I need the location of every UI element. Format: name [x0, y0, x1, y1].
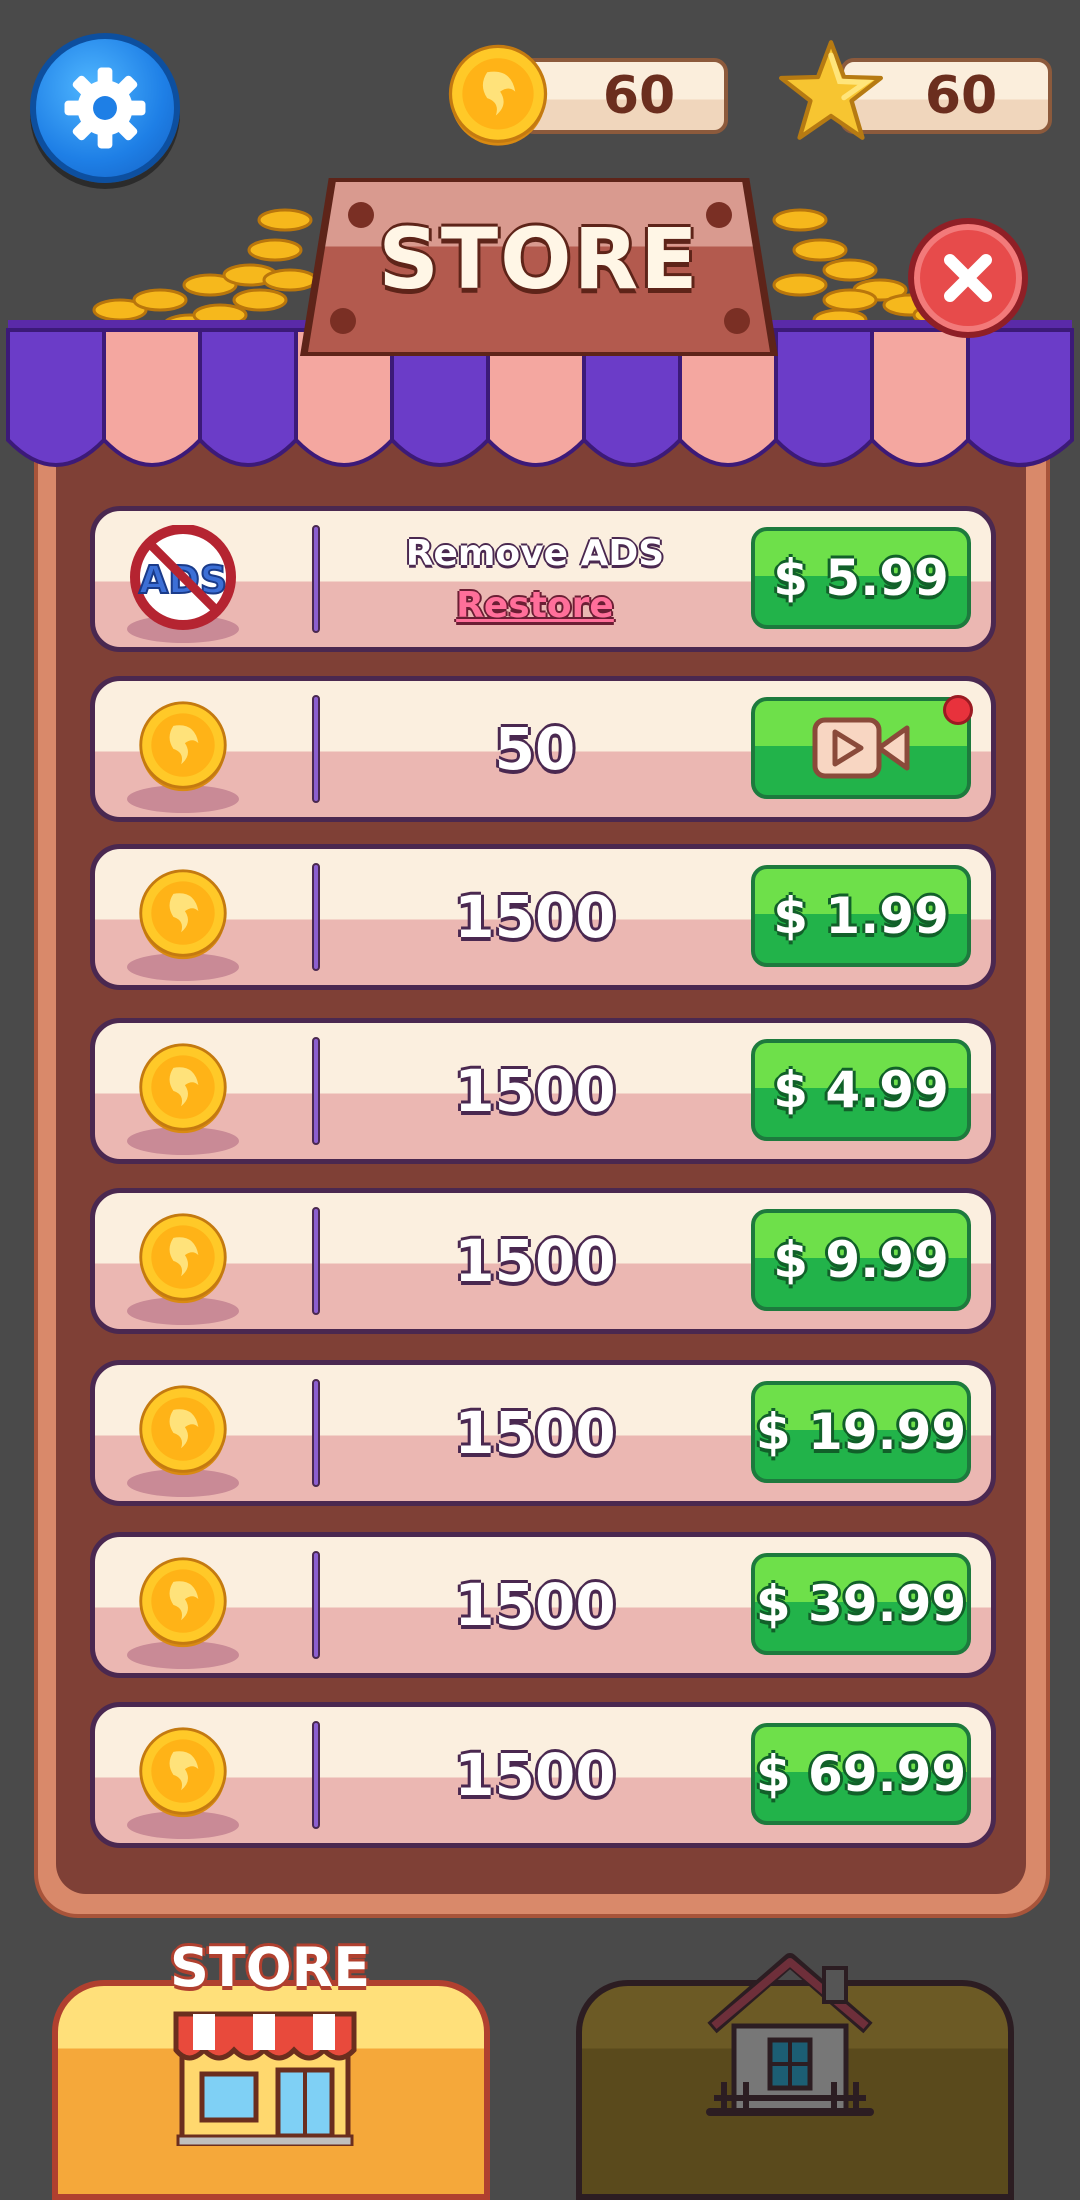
row-divider — [312, 695, 320, 803]
remove-ads-row: ADS Remove ADS Restore $ 5.99 — [90, 506, 996, 652]
star-balance-value: 60 — [924, 66, 998, 126]
watch-video-button[interactable] — [751, 695, 973, 799]
coin-pack-row: 1500 $ 19.99 — [90, 1360, 996, 1506]
row-divider — [312, 863, 320, 971]
remove-ads-label: Remove ADS — [405, 533, 665, 574]
buy-remove-ads-button[interactable]: $ 5.99 — [751, 527, 971, 629]
close-icon — [944, 254, 992, 302]
store-icon — [173, 2011, 357, 2146]
coin-icon — [127, 869, 239, 981]
row-divider — [312, 1551, 320, 1659]
coin-icon — [127, 1557, 239, 1669]
coin-amount: 1500 — [454, 1571, 616, 1639]
coin-icon — [127, 701, 239, 813]
star-icon — [779, 40, 883, 140]
coin-amount: 1500 — [454, 1741, 616, 1809]
coin-icon — [127, 1213, 239, 1325]
coin-icon — [127, 1727, 239, 1839]
coin-balance-value: 60 — [602, 66, 676, 126]
coin-amount: 50 — [494, 715, 576, 783]
coin-pack-row: 1500 $ 69.99 — [90, 1702, 996, 1848]
row-divider — [312, 525, 320, 633]
video-ad-icon — [812, 717, 910, 779]
coin-amount: 1500 — [454, 1227, 616, 1295]
page-title: STORE — [378, 210, 700, 308]
coin-amount: 1500 — [454, 1057, 616, 1125]
coin-pack-row: 1500 $ 9.99 — [90, 1188, 996, 1334]
settings-button[interactable] — [30, 33, 180, 183]
coin-pack-row: 1500 $ 4.99 — [90, 1018, 996, 1164]
restore-purchases-link[interactable]: Restore — [325, 585, 745, 626]
sign-bolt — [330, 308, 356, 334]
buy-coins-button[interactable]: $ 4.99 — [751, 1039, 971, 1141]
coin-icon — [127, 1043, 239, 1155]
buy-coins-button[interactable]: $ 1.99 — [751, 865, 971, 967]
coin-icon — [444, 42, 552, 150]
row-divider — [312, 1207, 320, 1315]
tab-store-label: STORE — [170, 1936, 371, 1999]
close-button[interactable] — [908, 218, 1028, 338]
sign-bolt — [724, 308, 750, 334]
buy-coins-button[interactable]: $ 19.99 — [751, 1381, 971, 1483]
coin-icon — [127, 1385, 239, 1497]
row-divider — [312, 1037, 320, 1145]
gear-icon — [64, 67, 146, 149]
coin-pack-row: 1500 $ 39.99 — [90, 1532, 996, 1678]
coin-pack-row: 1500 $ 1.99 — [90, 844, 996, 990]
notification-dot — [943, 695, 973, 725]
coin-amount: 1500 — [454, 883, 616, 951]
no-ads-icon: ADS — [127, 525, 239, 643]
free-coins-row: 50 — [90, 676, 996, 822]
coin-amount: 1500 — [454, 1399, 616, 1467]
row-divider — [312, 1379, 320, 1487]
house-icon — [706, 1953, 874, 2116]
buy-coins-button[interactable]: $ 69.99 — [751, 1723, 971, 1825]
buy-coins-button[interactable]: $ 39.99 — [751, 1553, 971, 1655]
buy-coins-button[interactable]: $ 9.99 — [751, 1209, 971, 1311]
row-divider — [312, 1721, 320, 1829]
